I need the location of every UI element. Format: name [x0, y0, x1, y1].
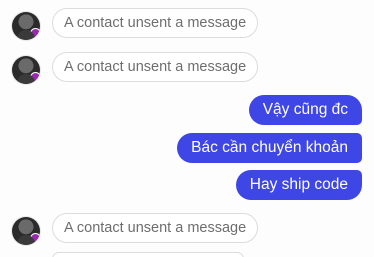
outgoing-message-bubble[interactable]: Bác cần chuyển khoản: [177, 133, 362, 163]
unsent-message-notice: A contact unsent a message: [52, 52, 259, 82]
contact-avatar[interactable]: [12, 217, 40, 245]
outgoing-message-bubble[interactable]: Hay ship code: [235, 170, 362, 200]
contact-avatar[interactable]: [12, 12, 40, 40]
status-dot-icon: [30, 72, 40, 83]
outgoing-message-bubble[interactable]: Vậy cũng đc: [248, 95, 362, 125]
partial-message-notice: [52, 252, 244, 257]
unsent-message-notice: A contact unsent a message: [52, 8, 259, 38]
chat-thread: A contact unsent a message A contact uns…: [0, 0, 374, 257]
contact-avatar[interactable]: [12, 56, 40, 84]
unsent-message-notice: A contact unsent a message: [52, 213, 259, 243]
status-dot-icon: [30, 233, 40, 244]
status-dot-icon: [30, 28, 40, 39]
